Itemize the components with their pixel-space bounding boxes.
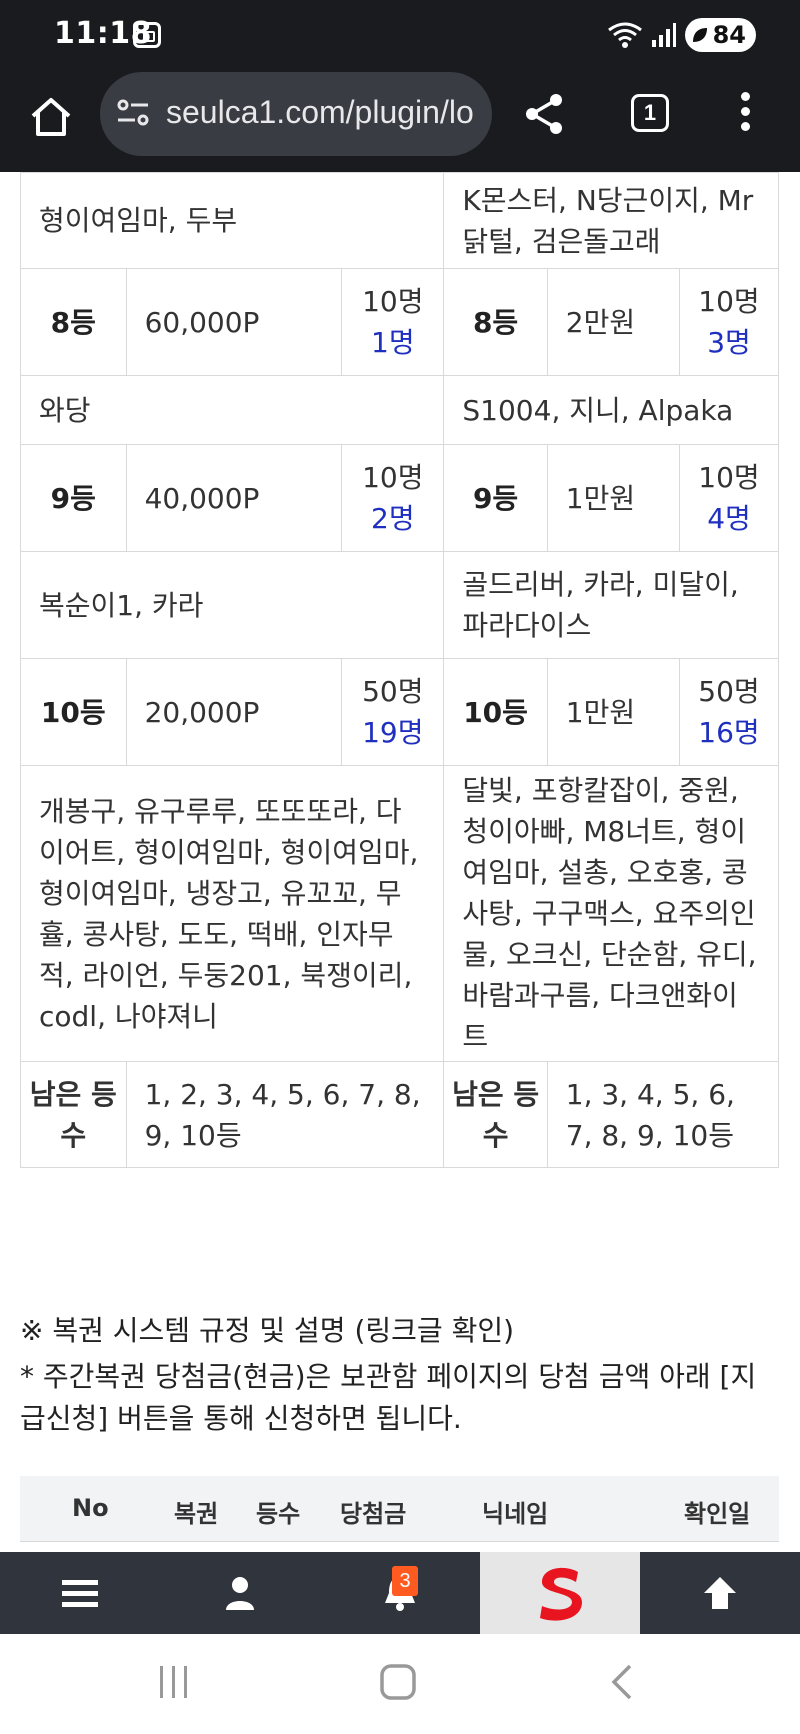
rank-row-9: 9등 40,000P 10명 2명 9등 1만원 10명 4명 (20, 444, 779, 552)
home-icon[interactable] (28, 94, 74, 140)
winners-list-header: No 복권 등수 당첨금 닉네임 확인일 (20, 1476, 779, 1542)
user-icon (226, 1577, 254, 1610)
tab-switcher-button[interactable]: 1 (631, 94, 669, 132)
won-count: 2명 (371, 502, 415, 535)
url-text[interactable]: seulca1.com/plugin/lo (166, 94, 474, 131)
col-prize: 당첨금 (340, 1500, 407, 1528)
prize-amount: 40,000P (125, 444, 343, 552)
col-no: No (72, 1494, 109, 1522)
rank-row-8: 8등 60,000P 10명 1명 8등 2만원 10명 3명 (20, 268, 779, 376)
system-navigation (0, 1634, 800, 1734)
total-count: 10명 (698, 285, 760, 318)
site-logo-button[interactable] (480, 1552, 640, 1634)
col-date: 확인일 (684, 1500, 751, 1528)
won-count: 4명 (707, 502, 751, 535)
back-icon[interactable] (606, 1662, 636, 1702)
notification-badge: 3 (392, 1566, 418, 1596)
col-rank: 등수 (256, 1500, 301, 1528)
prize-amount: 1만원 (546, 658, 681, 766)
home-nav-icon[interactable] (378, 1662, 418, 1702)
prize-amount: 2만원 (546, 268, 681, 376)
won-count: 19명 (362, 716, 424, 749)
rank-label: 8등 (443, 268, 548, 376)
won-count: 3명 (707, 326, 751, 359)
winner-names-right: K몬스터, N당근이지, Mr 닭털, 검은돌고래 (443, 172, 779, 269)
winner-names-right: 골드리버, 카라, 미달이, 파라다이스 (443, 551, 779, 659)
rank-row-10: 10등 20,000P 50명 19명 10등 1만원 50명 16명 (20, 658, 779, 766)
remaining-label: 남은 등수 (20, 1061, 127, 1168)
rules-link-note[interactable]: ※ 복권 시스템 규정 및 설명 (링크글 확인) (20, 1310, 780, 1352)
remaining-ranks-row: 남은 등수 1, 2, 3, 4, 5, 6, 7, 8, 9, 10등 남은 … (20, 1061, 780, 1168)
scroll-top-button[interactable] (640, 1552, 800, 1634)
winner-count: 10명 1명 (341, 268, 445, 376)
winner-names-row: 개봉구, 유구루루, 또또또라, 다이어트, 형이여임마, 형이여임마, 형이여… (19, 765, 779, 1062)
winner-names-left: 형이여임마, 두부 (19, 172, 445, 269)
page-content: 형이여임마, 두부 K몬스터, N당근이지, Mr 닭털, 검은돌고래 8등 6… (0, 172, 800, 1552)
winner-names-left: 개봉구, 유구루루, 또또또라, 다이어트, 형이여임마, 형이여임마, 형이여… (19, 765, 445, 1062)
winner-names-row: 와당 S1004, 지니, Alpaka (19, 375, 779, 445)
remaining-ranks-right: 1, 3, 4, 5, 6, 7, 8, 9, 10등 (546, 1061, 780, 1168)
share-icon[interactable] (520, 90, 568, 138)
lottery-notes: ※ 복권 시스템 규정 및 설명 (링크글 확인) * 주간복권 당첨금(현금)… (20, 1310, 780, 1440)
winner-count: 10명 4명 (679, 444, 779, 552)
battery-indicator: 84 (684, 18, 756, 52)
site-logo-icon (540, 1567, 582, 1621)
remaining-label: 남은 등수 (443, 1061, 548, 1168)
status-icons: 84 (607, 18, 756, 52)
menu-button[interactable] (0, 1552, 160, 1634)
payout-note: * 주간복권 당첨금(현금)은 보관함 페이지의 당첨 금액 아래 [지급신청]… (20, 1360, 757, 1435)
wifi-icon (607, 20, 643, 50)
winner-count: 50명 19명 (341, 658, 445, 766)
power-saving-icon (692, 28, 707, 42)
rank-label: 9등 (443, 444, 548, 552)
winner-names-right: S1004, 지니, Alpaka (443, 375, 779, 445)
browser-toolbar: seulca1.com/plugin/lo 1 (0, 72, 800, 172)
winner-names-left: 복순이1, 카라 (19, 551, 445, 659)
prize-amount: 1만원 (546, 444, 681, 552)
battery-level: 84 (712, 21, 746, 49)
winner-count: 10명 2명 (341, 444, 445, 552)
total-count: 50명 (362, 675, 424, 708)
total-count: 10명 (698, 461, 760, 494)
rank-label: 10등 (443, 658, 548, 766)
winner-names-row: 형이여임마, 두부 K몬스터, N당근이지, Mr 닭털, 검은돌고래 (19, 172, 779, 269)
winner-count: 50명 16명 (679, 658, 779, 766)
lottery-result-table: 형이여임마, 두부 K몬스터, N당근이지, Mr 닭털, 검은돌고래 8등 6… (19, 172, 780, 1168)
site-settings-icon[interactable] (116, 98, 150, 128)
col-lottery: 복권 (174, 1500, 219, 1528)
prize-amount: 20,000P (125, 658, 343, 766)
total-count: 10명 (362, 461, 424, 494)
winner-names-left: 와당 (19, 375, 445, 445)
rank-label: 10등 (20, 658, 127, 766)
address-bar[interactable]: seulca1.com/plugin/lo (100, 72, 492, 156)
arrow-up-icon (704, 1577, 736, 1609)
signal-icon (651, 22, 677, 48)
winner-count: 10명 3명 (679, 268, 779, 376)
prize-amount: 60,000P (125, 268, 343, 376)
status-bar: 11:18 84 (0, 0, 800, 72)
total-count: 50명 (698, 675, 760, 708)
total-count: 10명 (362, 285, 424, 318)
recent-apps-icon[interactable] (156, 1662, 192, 1702)
more-options-icon[interactable] (735, 92, 755, 136)
remaining-ranks-left: 1, 2, 3, 4, 5, 6, 7, 8, 9, 10등 (125, 1061, 445, 1168)
winner-names-row: 복순이1, 카라 골드리버, 카라, 미달이, 파라다이스 (19, 551, 779, 659)
won-count: 1명 (371, 326, 415, 359)
screenshot-icon (133, 22, 161, 48)
rank-label: 8등 (20, 268, 127, 376)
rank-label: 9등 (20, 444, 127, 552)
hamburger-icon (62, 1580, 98, 1607)
col-nickname: 닉네임 (482, 1500, 549, 1528)
won-count: 16명 (698, 716, 760, 749)
profile-button[interactable] (160, 1552, 320, 1634)
winner-names-right: 달빛, 포항칼잡이, 중원, 청이아빠, M8너트, 형이여임마, 설총, 오호… (443, 765, 779, 1062)
bottom-navigation: 3 (0, 1552, 800, 1634)
